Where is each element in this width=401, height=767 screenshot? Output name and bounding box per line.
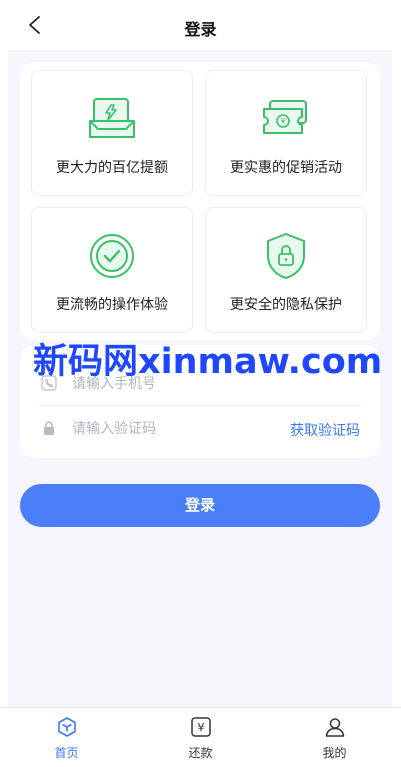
feature-credit-limit: 更大力的百亿提额 [31, 70, 193, 196]
tab-home[interactable]: 首页 [0, 708, 133, 767]
feature-label: 更流畅的操作体验 [56, 297, 168, 313]
verification-code-input[interactable] [72, 417, 272, 441]
coupon-icon: ¥ [263, 100, 307, 134]
get-code-button[interactable]: 获取验证码 [290, 420, 360, 440]
page-title: 登录 [184, 20, 217, 39]
check-circle-icon [90, 234, 134, 278]
user-icon [325, 718, 344, 737]
feature-privacy-protection: 更安全的隐私保护 [205, 207, 367, 333]
watermark: 新码网xinmaw.com [33, 342, 383, 382]
tab-label: 还款 [188, 746, 213, 760]
top-bar: 登录 [0, 0, 401, 50]
feature-smooth-experience: 更流畅的操作体验 [31, 207, 193, 333]
yen-receipt-icon: ¥ [190, 717, 211, 737]
feature-label: 更大力的百亿提额 [56, 160, 168, 176]
svg-text:¥: ¥ [197, 721, 204, 734]
lock-icon [44, 421, 54, 435]
feature-label: 更实惠的促销活动 [230, 160, 342, 176]
home-cube-icon [57, 717, 76, 737]
tab-label: 首页 [54, 746, 79, 760]
shield-lock-icon [267, 233, 305, 279]
money-up-icon [89, 98, 135, 138]
feature-promotions: ¥ 更实惠的促销活动 [205, 70, 367, 196]
bottom-tab-bar: 首页 ¥ 还款 我的 [0, 707, 401, 767]
features-card: 更大力的百亿提额 ¥ 更实惠的促销活动 更流畅的操作体验 更安全的隐私保护 [20, 62, 380, 340]
tab-mine[interactable]: 我的 [268, 708, 401, 767]
svg-text:¥: ¥ [280, 117, 285, 126]
tab-label: 我的 [322, 746, 347, 760]
code-row: 获取验证码 [38, 407, 362, 451]
login-button[interactable]: 登录 [20, 484, 380, 527]
tab-repayment[interactable]: ¥ 还款 [134, 708, 267, 767]
feature-label: 更安全的隐私保护 [230, 297, 342, 313]
